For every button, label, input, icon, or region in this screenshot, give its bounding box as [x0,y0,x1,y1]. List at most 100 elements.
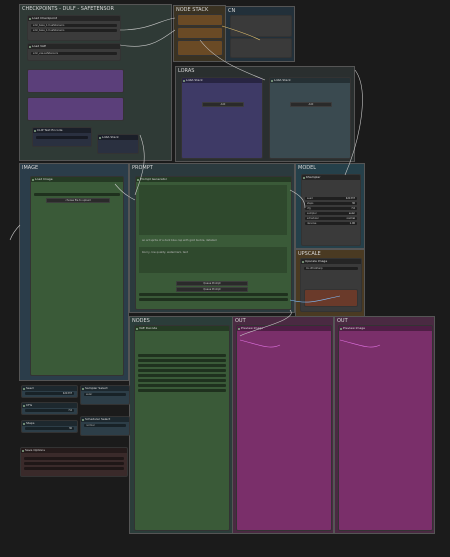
node-title: CLIP Text Encode [33,128,91,133]
node-title: Sampler Select [81,386,129,391]
sampler-field-value: euler [86,393,93,396]
upscale-model-widget[interactable]: 4x-UltraSharp [304,267,358,270]
prompt-widget-2[interactable] [139,298,288,301]
node-orange-2[interactable] [177,27,223,39]
group-out-1: OUT Preview Image [232,316,334,534]
node-load-vae[interactable]: Load VAE sdxl_vae.safetensors [27,43,121,61]
steps-value: 30 [351,202,355,205]
node-upscale[interactable]: Upscale Image 4x-UltraSharp [300,258,362,312]
node-orange-3[interactable] [177,40,223,56]
sampler-value: euler [348,212,355,215]
negative-text-line: blurry, low quality, watermark, text [142,251,188,254]
sampler-field[interactable]: euler [84,393,126,396]
decode-widget-1[interactable] [138,354,226,357]
scheduler-field[interactable]: normal [84,424,126,427]
decode-widget-2[interactable] [138,359,226,362]
group-loras: LORAS LoRA Stack Add LoRA Stack Add [175,66,355,162]
node-lora-small[interactable]: LoRA Stack [97,134,139,154]
group-image: IMAGE Load Image choose file to upload [19,163,129,381]
node-purple-2[interactable] [27,97,124,121]
scheduler-field-value: normal [86,424,95,427]
seed-field[interactable]: 421337 [25,392,74,395]
node-seed[interactable]: Seed 421337 [21,385,78,398]
node-title: LoRA Stack [270,78,350,83]
prompt-text[interactable] [139,185,287,235]
group-checkpoints: CHECKPOINTS - DULF - SAFETENSOR Load Che… [19,4,172,161]
node-save-options[interactable]: Save Options [20,447,128,477]
image-select[interactable] [34,193,120,196]
node-title: Steps [22,421,77,426]
group-title: NODE STACK [176,7,209,13]
node-load-image[interactable]: Load Image choose file to upload [30,176,124,376]
cfg-widget[interactable]: cfg 7.0 [305,207,357,210]
node-purple-1[interactable] [27,69,124,93]
save-widget-3[interactable] [24,467,124,470]
prompt-widget-1[interactable] [139,293,288,296]
decode-widget-7[interactable] [138,384,226,387]
node-lora-purple[interactable]: LoRA Stack Add [181,77,263,159]
steps-widget[interactable]: steps 30 [305,202,357,205]
group-title: NODES [132,318,150,324]
denoise-value: 1.00 [349,222,355,225]
steps-field[interactable]: 30 [25,427,74,430]
clip-widget[interactable] [36,136,88,139]
seed-field-value: 421337 [62,392,72,395]
node-load-checkpoint[interactable]: Load Checkpoint sdxl_base_1.0.safetensor… [27,15,121,41]
decode-widget-3[interactable] [138,364,226,367]
node-scheduler-select[interactable]: Scheduler Select normal [80,416,130,436]
group-node-stack: NODE STACK [173,5,226,62]
node-title: Preview Image [339,326,432,331]
node-preview-1[interactable]: Preview Image [236,325,332,531]
upload-button[interactable]: choose file to upload [46,198,110,203]
node-prompt-main[interactable]: Prompt Generator an art sprite of a dark… [135,176,292,310]
save-widget-1[interactable] [24,457,124,460]
node-title: Load Image [31,177,123,182]
node-cn-2[interactable] [230,38,292,58]
queue-button-2[interactable]: Queue Prompt [176,287,248,292]
group-title: PROMPT [132,165,153,171]
node-vae-decode[interactable]: VAE Decode [134,325,230,531]
queue-button[interactable]: Queue Prompt [176,281,248,286]
node-title: LoRA Stack [98,135,138,140]
decode-widget-8[interactable] [138,389,226,392]
node-model-sampler[interactable]: KSampler seed 421337 steps 30 cfg 7.0 sampl… [301,174,361,246]
ckpt-select-2[interactable]: sdxl_base_1.0.safetensors [31,29,117,32]
node-cn-1[interactable] [230,15,292,37]
sampler-widget[interactable]: sampler euler [305,212,357,215]
decode-widget-6[interactable] [138,379,226,382]
group-title: OUT [235,318,246,324]
ckpt-select[interactable]: sdxl_base_1.0.safetensors [31,24,117,27]
node-steps[interactable]: Steps 30 [21,420,78,433]
node-clip-text[interactable]: CLIP Text Encode [32,127,92,147]
denoise-widget[interactable]: denoise 1.00 [305,222,357,225]
lora-add-button-2[interactable]: Add [290,102,332,107]
group-nodes: NODES VAE Decode [129,316,233,534]
node-title: Load Checkpoint [28,16,120,21]
node-cfg[interactable]: CFG 7.0 [21,402,78,415]
node-title: VAE Decode [135,326,229,331]
node-title: KSampler [302,175,360,180]
node-title: Save Options [21,448,127,453]
lora-add-button[interactable]: Add [202,102,244,107]
decode-widget-5[interactable] [138,374,226,377]
vae-select[interactable]: sdxl_vae.safetensors [31,52,117,55]
node-lora-teal[interactable]: LoRA Stack Add [269,77,351,159]
node-title: Prompt Generator [136,177,291,182]
cfg-field[interactable]: 7.0 [25,409,74,412]
group-title: CN [228,8,236,14]
scheduler-widget[interactable]: scheduler normal [305,217,357,220]
seed-widget[interactable]: seed 421337 [305,197,357,200]
group-model: MODEL KSampler seed 421337 steps 30 cfg 7.0… [295,163,365,249]
node-sampler-select[interactable]: Sampler Select euler [80,385,130,405]
node-preview-2[interactable]: Preview Image [338,325,433,531]
node-title: Upscale Image [301,259,361,264]
save-widget-2[interactable] [24,462,124,465]
node-upscale-inner[interactable] [304,289,358,307]
node-orange-1[interactable] [177,14,223,26]
group-title: IMAGE [22,165,39,171]
group-out-2: OUT Preview Image [334,316,435,534]
decode-widget-4[interactable] [138,369,226,372]
node-title: Seed [22,386,77,391]
group-title: CHECKPOINTS - DULF - SAFETENSOR [22,6,114,12]
group-title: MODEL [298,165,317,171]
